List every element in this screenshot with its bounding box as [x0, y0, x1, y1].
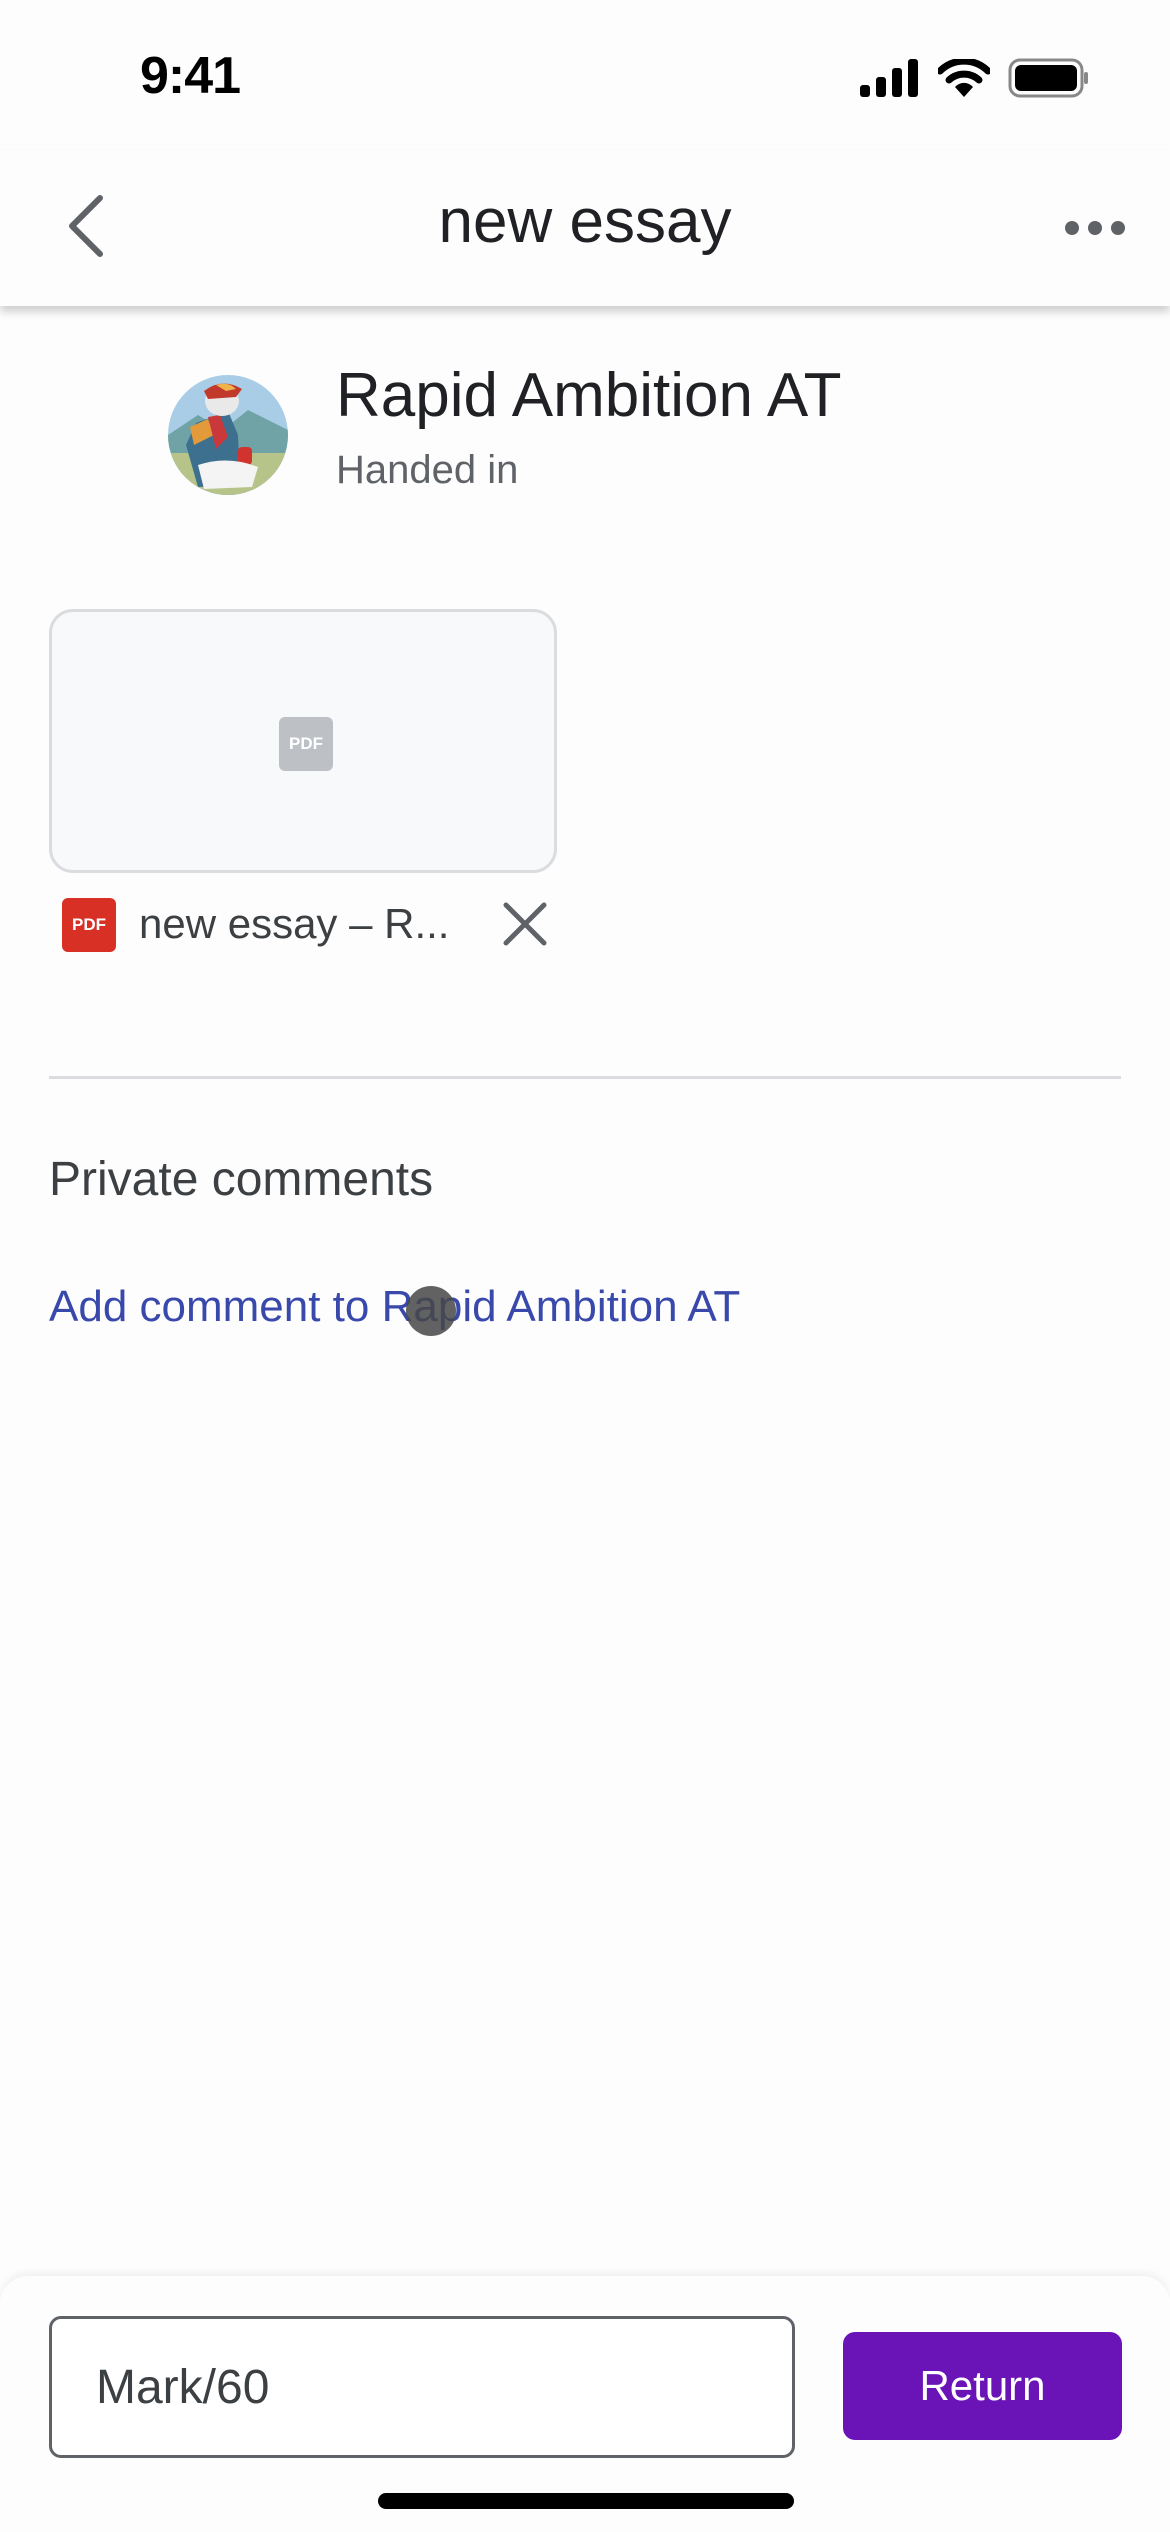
touch-indicator	[406, 1286, 456, 1336]
avatar-image	[168, 375, 288, 495]
cellular-signal-icon	[860, 59, 918, 97]
submission-status: Handed in	[336, 448, 519, 492]
add-private-comment-link[interactable]: Add comment to Rapid Ambition AT	[49, 1282, 740, 1332]
section-divider	[49, 1076, 1121, 1079]
private-comments-heading: Private comments	[49, 1153, 434, 1206]
wifi-icon	[938, 59, 990, 97]
close-icon	[503, 902, 547, 946]
avatar	[168, 375, 288, 495]
attachment-thumbnail[interactable]: PDF	[49, 609, 557, 873]
attachment-file-name[interactable]: new essay – R...	[139, 900, 449, 948]
attachment-file-row: PDF new essay – R...	[62, 896, 562, 956]
return-button[interactable]: Return	[843, 2332, 1122, 2440]
battery-icon	[1008, 58, 1088, 98]
home-indicator[interactable]	[378, 2493, 794, 2509]
student-name: Rapid Ambition AT	[336, 361, 842, 430]
pdf-icon: PDF	[279, 717, 333, 771]
remove-attachment-button[interactable]	[500, 896, 550, 952]
app-bar: new essay	[0, 150, 1170, 306]
status-time: 9:41	[140, 47, 241, 105]
page-title: new essay	[438, 187, 732, 256]
more-options-button[interactable]	[1060, 208, 1130, 248]
status-icons	[860, 58, 1090, 98]
status-bar: 9:41	[0, 0, 1170, 150]
pdf-file-type-icon: PDF	[62, 898, 116, 952]
more-horizontal-icon	[1065, 221, 1125, 235]
mark-input[interactable]	[49, 2316, 795, 2458]
